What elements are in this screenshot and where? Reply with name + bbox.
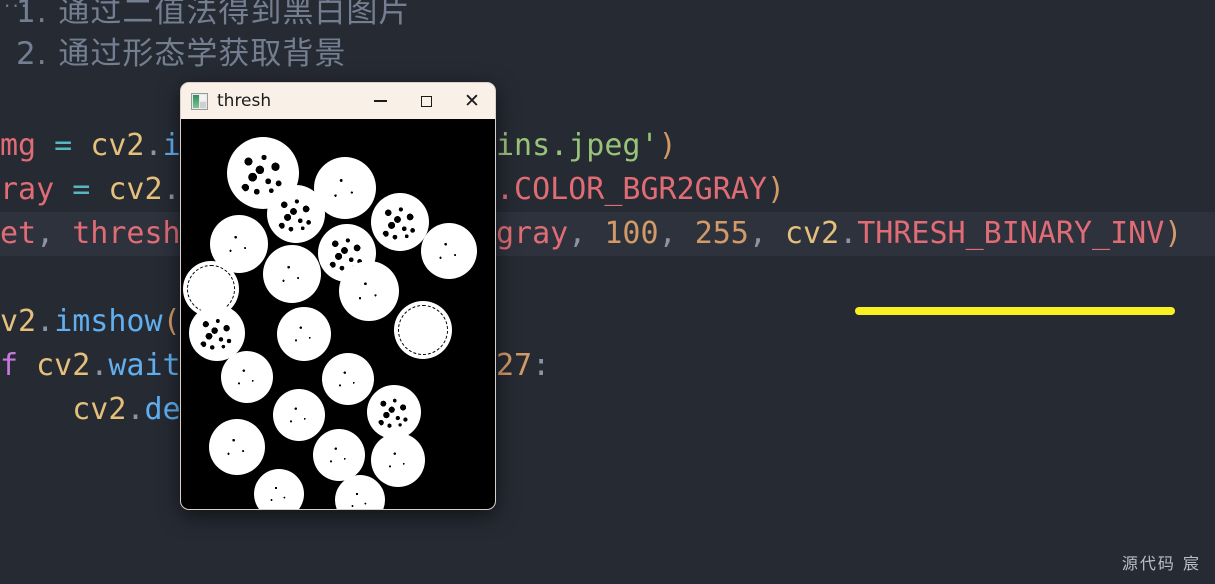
coin-blob (335, 475, 385, 509)
code-token: cv2 (72, 392, 127, 427)
code-token: cv2 (90, 128, 145, 163)
line-imshow-left: v2.imshow( (0, 300, 181, 344)
coin-blob (367, 385, 421, 439)
code-token: cv2 (36, 348, 91, 383)
code-token: 255 (694, 216, 749, 251)
coin-blob (394, 301, 452, 359)
code-token: f (0, 348, 19, 383)
line-gray-right: .COLOR_BGR2GRAY) (496, 168, 785, 212)
slide-heading-1: 1. 通过二值法得到黑白图片 (16, 0, 411, 30)
coin-blob (339, 261, 399, 321)
code-token: , (36, 216, 73, 251)
code-token: thresh (72, 216, 181, 251)
code-token: . (126, 392, 145, 427)
code-token: . (839, 216, 858, 251)
code-token: 100 (604, 216, 659, 251)
code-token: . (36, 304, 55, 339)
code-token: gray (496, 216, 569, 251)
code-token: THRESH_BINARY_INV (857, 216, 1165, 251)
code-token: imshow (54, 304, 163, 339)
coin-blob (371, 193, 429, 251)
window-controls: ✕ (357, 83, 495, 119)
line-waitkey-right: 27: (496, 344, 550, 388)
line-gray-left: ray = cv2. (0, 168, 181, 212)
code-token: ) (658, 128, 677, 163)
coin-blob (221, 351, 273, 403)
minimize-button[interactable] (357, 83, 403, 119)
window-title: thresh (217, 90, 272, 111)
line-thresh-right: gray, 100, 255, cv2.THRESH_BINARY_INV) (496, 212, 1182, 256)
coin-blob (254, 469, 304, 509)
thresh-window[interactable]: thresh ✕ (180, 82, 496, 510)
code-token: .COLOR_BGR2GRAY (496, 172, 767, 207)
coin-blob (273, 389, 325, 441)
code-token: mg (0, 128, 37, 163)
code-token: cv2 (785, 216, 840, 251)
code-token: ins.jpeg' (496, 128, 659, 163)
coin-blob (421, 223, 477, 279)
coin-blob (267, 185, 325, 243)
image-icon (191, 92, 208, 110)
yellow-highlighter-underline (855, 307, 1175, 315)
watermark: 源代码 宸 (1121, 554, 1201, 573)
code-token: , (568, 216, 605, 251)
coin-blob (277, 307, 331, 361)
line-thresh-left: et, thresh (0, 212, 181, 256)
code-token: : (532, 348, 551, 383)
line-destroy-left: cv2.des (0, 388, 198, 432)
code-token: . (162, 172, 181, 207)
code-token: = (54, 172, 109, 207)
slide-heading-2: 2. 通过形态学获取背景 (16, 36, 347, 72)
code-token: ray (0, 172, 55, 207)
code-token: . (144, 128, 163, 163)
line-img-right: ins.jpeg') (496, 124, 677, 168)
coin-blob (313, 429, 365, 481)
code-token: , (658, 216, 695, 251)
code-token: cv2 (108, 172, 163, 207)
code-token: ) (766, 172, 785, 207)
line-waitkey-left: f cv2.wait (0, 344, 181, 388)
code-token: ( (162, 304, 181, 339)
code-token: = (36, 128, 91, 163)
close-icon[interactable]: ✕ (449, 83, 495, 119)
code-token: i (162, 128, 181, 163)
coin-blob (371, 433, 425, 487)
line-img-left: mg = cv2.i (0, 124, 181, 168)
coin-blob (322, 353, 374, 405)
coin-blob (209, 419, 265, 475)
code-token: v2 (0, 304, 37, 339)
binary-image-view (181, 119, 495, 509)
window-titlebar[interactable]: thresh ✕ (181, 83, 495, 119)
maximize-button[interactable] (403, 83, 449, 119)
code-token: 27 (496, 348, 533, 383)
coin-blob (263, 245, 321, 303)
code-token: . (90, 348, 109, 383)
code-token: , (748, 216, 785, 251)
editor-surface: ... 1. 通过二值法得到黑白图片 2. 通过形态学获取背景 mg = cv2… (0, 0, 1215, 584)
code-token: et (0, 216, 37, 251)
close-glyph: ✕ (464, 89, 480, 112)
code-token: ) (1164, 216, 1183, 251)
code-token: wait (108, 348, 181, 383)
